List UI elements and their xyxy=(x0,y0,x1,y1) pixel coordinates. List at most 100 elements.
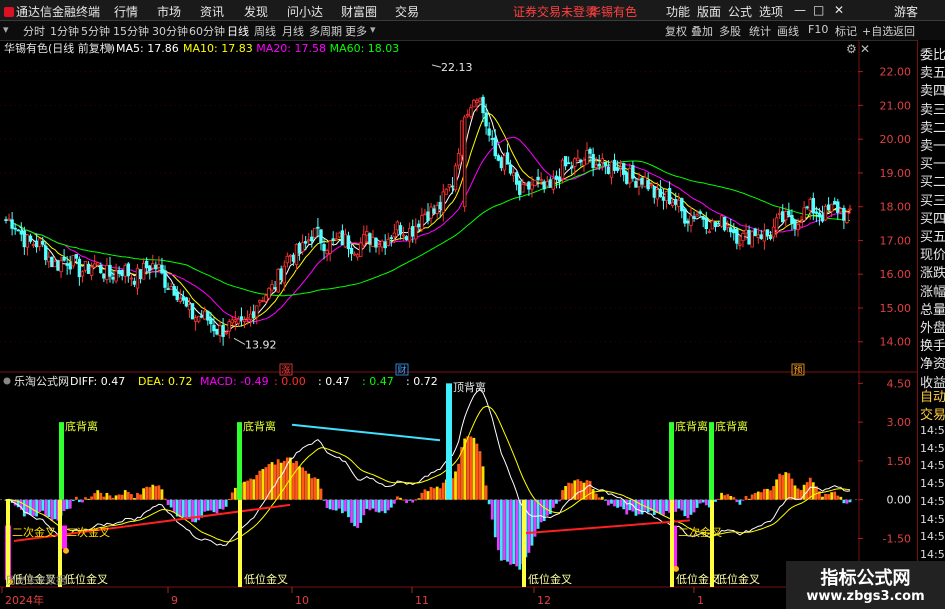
stock-chart-area[interactable]: 22.1313.92涨财预 底背离 底背离 底背离 底背离顶背离二次金叉 二次金叉 二次金… xyxy=(0,40,917,609)
macd-legend-item: : 0.00 xyxy=(274,375,306,388)
quote-field-label[interactable]: 14:56 xyxy=(920,442,945,455)
quote-field-label[interactable]: 自动 xyxy=(920,386,945,405)
login-notice[interactable]: 证券交易未登录 xyxy=(513,3,597,20)
macd-histogram-bar xyxy=(38,499,42,513)
quote-field-label[interactable]: 14:56 xyxy=(920,548,945,561)
period-tab-weekly[interactable]: 周线 xyxy=(254,23,276,39)
window-close-icon[interactable]: ✕ xyxy=(834,3,844,17)
tool-adjust-button[interactable]: 复权 xyxy=(665,23,687,39)
candle-body xyxy=(839,208,843,213)
bottom-divergence-label: 底背离 xyxy=(243,419,276,433)
candle-body xyxy=(484,112,488,127)
quote-field-label[interactable]: 交易 xyxy=(920,404,945,423)
quote-field-label[interactable]: 14:56 xyxy=(920,513,945,526)
menu-discover[interactable]: 发现 xyxy=(244,3,268,20)
more-chevron-icon[interactable]: ▾ xyxy=(370,23,376,36)
macd-histogram-bar xyxy=(432,488,436,500)
macd-tick-label: 1.50 xyxy=(887,455,912,468)
time-axis-label: 9 xyxy=(171,594,178,607)
period-tab-60min[interactable]: 60分钟 xyxy=(189,23,225,39)
macd-histogram-bar xyxy=(117,494,121,500)
macd-tick-label: 3.00 xyxy=(887,416,912,429)
tool-draw-button[interactable]: 画线 xyxy=(777,23,799,39)
macd-histogram-bar xyxy=(655,499,659,514)
tool-multi-stock-button[interactable]: 多股 xyxy=(719,23,741,39)
candle-body xyxy=(22,230,27,248)
menu-functions[interactable]: 功能 xyxy=(666,3,690,20)
macd-histogram-bar xyxy=(126,491,130,500)
macd-histogram-bar xyxy=(233,487,237,500)
candle-body xyxy=(102,273,106,279)
period-tab-30min[interactable]: 30分钟 xyxy=(152,23,188,39)
quote-field-label[interactable]: 14:56 xyxy=(920,424,945,437)
candle-body xyxy=(829,203,834,212)
candle-body xyxy=(92,263,97,268)
window-minimize-icon[interactable]: — xyxy=(794,3,806,17)
history-note: 历史未来数据 xyxy=(6,574,66,587)
candle-body xyxy=(521,183,525,193)
tool-statistics-button[interactable]: 统计 xyxy=(749,23,771,39)
candle-body xyxy=(615,167,620,171)
candle-body xyxy=(426,211,430,221)
macd-histogram-bar xyxy=(490,499,494,520)
menu-market[interactable]: 市场 xyxy=(157,3,181,20)
candle-body xyxy=(805,206,809,209)
period-tab-1min[interactable]: 1分钟 xyxy=(50,23,79,39)
period-tab-more[interactable]: 更多 xyxy=(345,23,367,39)
quote-field-label[interactable]: 14:56 xyxy=(920,530,945,543)
low-golden-cross-bar xyxy=(238,499,242,587)
tool-f10-button[interactable]: F10 xyxy=(808,23,828,36)
quote-field-label[interactable]: 14:56 xyxy=(920,459,945,472)
period-tab-5min[interactable]: 5分钟 xyxy=(81,23,110,39)
macd-histogram-bar xyxy=(344,499,347,512)
window-maximize-icon[interactable]: □ xyxy=(813,3,824,17)
menu-wealth-circle[interactable]: 财富圈 xyxy=(341,3,377,20)
candle-body xyxy=(680,198,684,212)
macd-histogram-bar xyxy=(22,499,26,517)
macd-histogram-bar xyxy=(136,492,139,500)
macd-histogram-bar xyxy=(246,480,249,500)
period-tab-15min[interactable]: 15分钟 xyxy=(113,23,149,39)
candle-body xyxy=(655,189,660,200)
menu-formula[interactable]: 公式 xyxy=(728,3,752,20)
macd-histogram-bar xyxy=(460,447,464,500)
candle-body xyxy=(826,204,831,211)
menu-layout[interactable]: 版面 xyxy=(697,3,721,20)
tool-back-button[interactable]: 返回 xyxy=(893,23,915,39)
candle-body xyxy=(157,263,161,268)
toolbar-dropdown-icon[interactable]: ▾ xyxy=(3,23,9,36)
quote-field-label[interactable]: 14:56 xyxy=(920,495,945,508)
menu-market-quotes[interactable]: 行情 xyxy=(114,3,138,20)
candle-body xyxy=(637,179,641,188)
menu-news[interactable]: 资讯 xyxy=(200,3,224,20)
candle-body xyxy=(255,305,259,318)
candle-body xyxy=(606,166,611,174)
user-guest[interactable]: 游客 xyxy=(894,3,918,20)
tool-mark-button[interactable]: 标记 xyxy=(835,23,857,39)
menu-trade[interactable]: 交易 xyxy=(395,3,419,20)
macd-legend-item: : 0.47 xyxy=(318,375,350,388)
macd-histogram-bar xyxy=(350,499,353,523)
menu-options[interactable]: 选项 xyxy=(759,3,783,20)
period-tab-intraday[interactable]: 分时 xyxy=(23,23,45,39)
candle-body xyxy=(349,247,354,254)
quote-field-label[interactable]: 14:56 xyxy=(920,477,945,490)
second-golden-cross-label: 二次金叉 xyxy=(12,525,56,539)
menu-ask[interactable]: 问小达 xyxy=(287,3,323,20)
macd-histogram-bar xyxy=(389,499,393,508)
candle-body xyxy=(68,262,72,270)
candle-body xyxy=(359,242,363,257)
period-tab-daily[interactable]: 日线 xyxy=(227,23,249,39)
candle-body xyxy=(389,237,394,239)
candle-body xyxy=(65,263,69,266)
macd-histogram-bar xyxy=(185,499,188,519)
macd-histogram-bar xyxy=(793,485,797,500)
candle-body xyxy=(713,221,718,228)
period-tab-multi[interactable]: 多周期 xyxy=(309,23,342,39)
macd-histogram-bar xyxy=(295,461,298,500)
time-axis-label: 10 xyxy=(295,594,309,607)
period-tab-monthly[interactable]: 月线 xyxy=(282,23,304,39)
candle-body xyxy=(658,188,663,198)
tool-add-watchlist-button[interactable]: +自选 xyxy=(862,23,893,39)
tool-overlay-button[interactable]: 叠加 xyxy=(691,23,713,39)
